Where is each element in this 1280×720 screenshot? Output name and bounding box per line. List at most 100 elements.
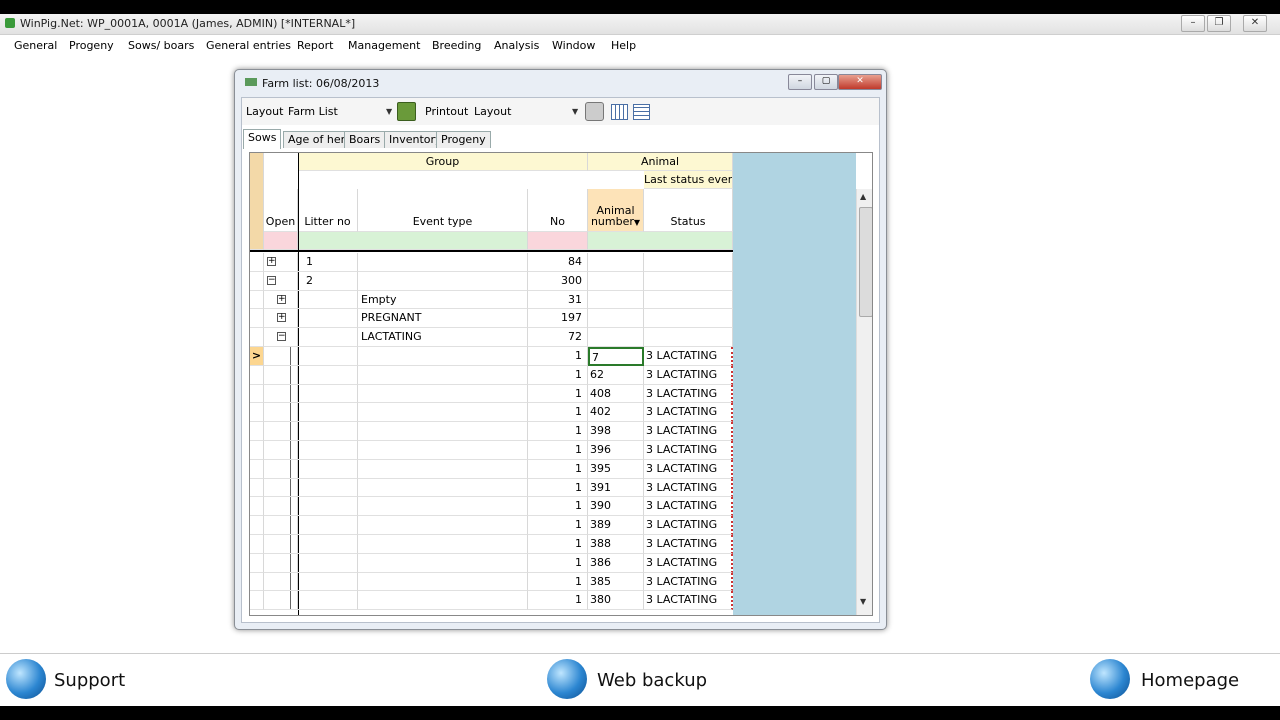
open-cell[interactable]	[264, 347, 298, 366]
event-type-cell[interactable]: PREGNANT	[358, 309, 528, 329]
menu-analysis[interactable]: Analysis	[494, 39, 539, 52]
homepage-link[interactable]: Homepage	[1141, 670, 1239, 691]
open-cell[interactable]	[264, 422, 298, 441]
animal-number-cell[interactable]: 7	[588, 347, 644, 366]
col-litter-no-header[interactable]: Litter no	[298, 189, 358, 232]
status-cell[interactable]: 3 LACTATING	[644, 365, 733, 385]
printout-dropdown-icon[interactable]: ▼	[572, 107, 578, 116]
status-cell[interactable]: 3 LACTATING	[644, 422, 733, 441]
support-link[interactable]: Support	[54, 670, 125, 691]
vertical-scrollbar[interactable]: ▲ ▼	[856, 189, 872, 615]
no-cell[interactable]: 300	[528, 271, 588, 291]
row-header-cell[interactable]	[250, 422, 264, 441]
expand-icon[interactable]: +	[277, 294, 286, 304]
litter-no-cell[interactable]	[298, 553, 358, 573]
row-header-cell[interactable]	[250, 403, 264, 423]
no-cell[interactable]: 1	[528, 459, 588, 479]
collapse-icon[interactable]: −	[267, 275, 276, 285]
animal-number-cell[interactable]: 62	[588, 365, 644, 385]
event-type-cell[interactable]	[358, 384, 528, 404]
tab-boars[interactable]: Boars	[344, 131, 386, 148]
row-header-cell[interactable]	[250, 328, 264, 347]
status-cell[interactable]: 3 LACTATING	[644, 441, 733, 460]
col-animal-number-header[interactable]: Animal number▼	[588, 189, 644, 232]
event-type-cell[interactable]	[358, 365, 528, 385]
animal-number-cell[interactable]: 408	[588, 384, 644, 404]
litter-no-cell[interactable]	[298, 384, 358, 404]
filter-cell-group[interactable]	[298, 232, 528, 250]
table-view-icon[interactable]	[633, 104, 650, 120]
litter-no-cell[interactable]: 2	[298, 271, 358, 291]
no-cell[interactable]: 1	[528, 365, 588, 385]
animal-number-cell[interactable]: 380	[588, 591, 644, 611]
no-cell[interactable]: 1	[528, 497, 588, 517]
animal-number-cell[interactable]	[588, 309, 644, 329]
grid-view-icon[interactable]	[611, 104, 628, 120]
expand-icon[interactable]: +	[277, 313, 286, 323]
event-type-cell[interactable]	[358, 572, 528, 592]
window-maximize-icon[interactable]: ▢	[814, 74, 838, 90]
close-icon[interactable]: ✕	[1243, 15, 1267, 32]
litter-no-cell[interactable]	[298, 309, 358, 329]
filter-cell-no[interactable]	[528, 232, 588, 250]
open-cell[interactable]	[264, 403, 298, 423]
col-event-type-header[interactable]: Event type	[358, 189, 528, 232]
scroll-thumb[interactable]	[859, 207, 872, 317]
col-open-header[interactable]: Open	[264, 189, 298, 232]
animal-number-cell[interactable]: 395	[588, 459, 644, 479]
event-type-cell[interactable]	[358, 422, 528, 441]
window-minimize-icon[interactable]: –	[788, 74, 812, 90]
animal-number-cell[interactable]	[588, 253, 644, 272]
menu-window[interactable]: Window	[552, 39, 595, 52]
event-type-cell[interactable]: Empty	[358, 290, 528, 310]
litter-no-cell[interactable]	[298, 365, 358, 385]
row-header-cell[interactable]: >	[250, 347, 264, 366]
status-cell[interactable]: 3 LACTATING	[644, 347, 733, 366]
menu-help[interactable]: Help	[611, 39, 636, 52]
animal-number-cell[interactable]: 386	[588, 553, 644, 573]
menu-management[interactable]: Management	[348, 39, 420, 52]
scroll-up-icon[interactable]: ▲	[860, 192, 866, 201]
filter-cell-open[interactable]	[264, 232, 298, 250]
litter-no-cell[interactable]	[298, 422, 358, 441]
event-type-cell[interactable]	[358, 478, 528, 498]
row-header-cell[interactable]	[250, 516, 264, 535]
minimize-icon[interactable]: –	[1181, 15, 1205, 32]
filter-cell-animal[interactable]	[588, 232, 733, 250]
no-cell[interactable]: 72	[528, 328, 588, 347]
layout-settings-icon[interactable]	[397, 102, 416, 121]
status-cell[interactable]	[644, 328, 733, 347]
no-cell[interactable]: 1	[528, 535, 588, 554]
no-cell[interactable]: 1	[528, 403, 588, 423]
row-header-cell[interactable]	[250, 384, 264, 404]
litter-no-cell[interactable]	[298, 572, 358, 592]
window-close-icon[interactable]: ✕	[838, 74, 882, 90]
printer-icon[interactable]	[585, 102, 604, 121]
no-cell[interactable]: 1	[528, 384, 588, 404]
litter-no-cell[interactable]	[298, 347, 358, 366]
menu-sows-boars[interactable]: Sows/ boars	[128, 39, 194, 52]
row-header-cell[interactable]	[250, 253, 264, 272]
open-cell[interactable]	[264, 365, 298, 385]
open-cell[interactable]	[264, 572, 298, 592]
no-cell[interactable]: 84	[528, 253, 588, 272]
no-cell[interactable]: 1	[528, 553, 588, 573]
no-cell[interactable]: 1	[528, 478, 588, 498]
event-type-cell[interactable]	[358, 516, 528, 535]
status-cell[interactable]	[644, 309, 733, 329]
animal-number-cell[interactable]: 385	[588, 572, 644, 592]
litter-no-cell[interactable]	[298, 497, 358, 517]
no-cell[interactable]: 31	[528, 290, 588, 310]
no-cell[interactable]: 1	[528, 441, 588, 460]
open-cell[interactable]	[264, 384, 298, 404]
event-type-cell[interactable]	[358, 253, 528, 272]
no-cell[interactable]: 1	[528, 422, 588, 441]
animal-number-cell[interactable]: 389	[588, 516, 644, 535]
litter-no-cell[interactable]	[298, 328, 358, 347]
menu-breeding[interactable]: Breeding	[432, 39, 481, 52]
row-header-cell[interactable]	[250, 553, 264, 573]
litter-no-cell[interactable]	[298, 459, 358, 479]
col-no-header[interactable]: No	[528, 189, 588, 232]
animal-number-cell[interactable]	[588, 271, 644, 291]
row-header-cell[interactable]	[250, 271, 264, 291]
